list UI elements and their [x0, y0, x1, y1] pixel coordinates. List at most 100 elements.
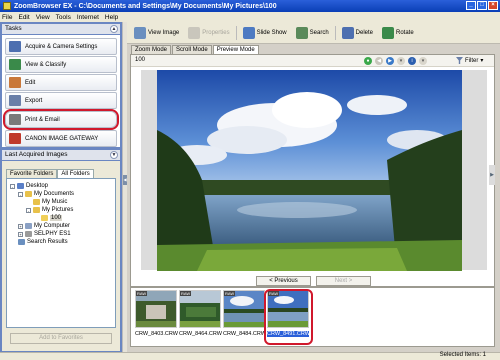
selection-highlight	[264, 289, 313, 345]
rotate-button[interactable]: Rotate	[379, 26, 417, 39]
zoom-level: 100	[135, 57, 146, 63]
menu-edit[interactable]: Edit	[18, 14, 29, 21]
selected-items-status: Selected Items: 1	[439, 352, 486, 358]
tree-label: My Documents	[34, 191, 75, 197]
properties-button[interactable]: Properties	[185, 26, 232, 39]
expand-right-panel-icon[interactable]: ▶	[489, 165, 495, 185]
tree-label: My Music	[42, 199, 68, 205]
folder-open-icon	[41, 215, 48, 221]
previous-button[interactable]: < Previous	[256, 276, 311, 286]
task-print-email[interactable]: Print & Email	[3, 109, 119, 130]
printer-icon	[25, 231, 32, 237]
computer-icon	[25, 223, 32, 229]
task-label: Print & Email	[25, 116, 60, 123]
next-button[interactable]: Next >	[316, 276, 371, 286]
slide-show-icon	[242, 26, 255, 39]
tree-label: Search Results	[27, 239, 68, 245]
task-export[interactable]: Export	[5, 92, 117, 109]
button-label: Slide Show	[256, 29, 287, 36]
filter-dropdown-icon: ▾	[480, 58, 484, 64]
forward-icon[interactable]: ▶	[386, 57, 394, 65]
task-label: CANON IMAGE GATEWAY	[25, 135, 99, 142]
tree-node-my-music[interactable]: My Music	[33, 199, 67, 205]
preview-nav: < Previous Next >	[256, 276, 371, 286]
info-dropdown-icon[interactable]: ▾	[419, 57, 427, 65]
title-bar: ZoomBrowser EX - C:\Documents and Settin…	[0, 0, 500, 12]
filter-button[interactable]: Filter ▾	[456, 57, 483, 64]
tree-node-100[interactable]: 100	[41, 215, 63, 221]
collapse-tasks-icon[interactable]: ▲	[110, 25, 118, 33]
expand-icon[interactable]: +	[18, 231, 23, 237]
preview-image[interactable]	[157, 70, 462, 271]
last-acquired-header[interactable]: Last Acquired Images ▼	[2, 150, 120, 160]
button-label: Properties	[202, 29, 230, 36]
toolbar-separator	[334, 25, 336, 40]
menu-tools[interactable]: Tools	[56, 14, 71, 21]
thumbnail-item[interactable]: RAW CRW_8484.CRW	[223, 290, 266, 342]
menu-help[interactable]: Help	[105, 14, 118, 21]
filter-label: Filter	[465, 57, 479, 64]
raw-badge: RAW	[136, 291, 148, 296]
maximize-button[interactable]: □	[477, 1, 487, 10]
print-email-icon	[9, 114, 21, 125]
tree-node-search-results[interactable]: Search Results	[18, 239, 68, 245]
menu-file[interactable]: File	[2, 14, 12, 21]
task-acquire-camera-settings[interactable]: Acquire & Camera Settings	[5, 38, 117, 55]
info-icon[interactable]: i	[408, 57, 416, 65]
collapse-icon[interactable]: -	[26, 207, 31, 213]
menu-view[interactable]: View	[36, 14, 50, 21]
collapse-left-panel-icon[interactable]: ◀	[123, 175, 127, 185]
collapse-icon[interactable]: -	[18, 191, 23, 197]
tasks-header[interactable]: Tasks ▲	[2, 24, 120, 34]
thumbnail-label: CRW_8464.CRW	[179, 331, 222, 337]
back-icon[interactable]: ◀	[375, 57, 383, 65]
window-path: C:\Documents and Settings\My Documents\M…	[78, 2, 277, 10]
thumbnail-label: CRW_8484.CRW	[223, 331, 266, 337]
add-to-favorites-button[interactable]: Add to Favorites	[10, 333, 112, 344]
tree-node-desktop[interactable]: - Desktop	[10, 183, 48, 189]
app-title: ZoomBrowser EX	[14, 2, 73, 10]
minimize-button[interactable]: _	[466, 1, 476, 10]
tree-label: My Computer	[34, 223, 71, 229]
collapse-last-acquired-icon[interactable]: ▼	[110, 151, 118, 159]
task-list: Acquire & Camera Settings View & Classif…	[2, 35, 120, 147]
tree-node-my-documents[interactable]: - My Documents	[18, 191, 74, 197]
edit-icon	[9, 77, 21, 88]
tree-node-my-pictures[interactable]: - My Pictures	[26, 207, 73, 213]
tree-label: SELPHY ES1	[34, 231, 71, 237]
tree-node-my-computer[interactable]: + My Computer	[18, 223, 70, 229]
raw-badge: RAW	[180, 291, 192, 296]
task-label: Acquire & Camera Settings	[25, 43, 98, 50]
tree-label: My Pictures	[42, 207, 74, 213]
thumbnail-label: CRW_8403.CRW	[135, 331, 178, 337]
button-label: View Image	[148, 29, 180, 36]
folder-icon	[25, 191, 32, 197]
menu-bar: File Edit View Tools Internet Help	[0, 12, 500, 22]
lake-landscape-image	[157, 70, 462, 271]
dropdown-icon[interactable]: ▾	[397, 57, 405, 65]
search-button[interactable]: Search	[293, 26, 332, 39]
go-icon[interactable]: ●	[364, 57, 372, 65]
close-button[interactable]: ×	[488, 1, 498, 10]
slide-show-button[interactable]: Slide Show	[240, 26, 290, 39]
expand-icon[interactable]: +	[18, 223, 23, 229]
thumbnail-item[interactable]: RAW CRW_8464.CRW	[179, 290, 222, 342]
search-icon	[295, 26, 308, 39]
task-canon-image-gateway[interactable]: CANON IMAGE GATEWAY	[5, 130, 117, 147]
properties-icon	[188, 26, 201, 39]
panel-splitter[interactable]	[122, 22, 127, 352]
tree-node-selphy-es1[interactable]: + SELPHY ES1	[18, 231, 71, 237]
rotate-icon	[382, 26, 394, 39]
desktop-icon	[17, 183, 24, 189]
thumbnail-item[interactable]: RAW CRW_8403.CRW	[135, 290, 178, 342]
collapse-icon[interactable]: -	[10, 183, 15, 189]
toolbar: View Image Properties Slide Show Search …	[127, 22, 500, 44]
delete-button[interactable]: Delete	[339, 26, 376, 39]
task-label: Edit	[25, 79, 36, 86]
view-image-button[interactable]: View Image	[131, 26, 182, 39]
task-edit[interactable]: Edit	[5, 74, 117, 91]
tasks-header-label: Tasks	[5, 25, 22, 32]
task-view-classify[interactable]: View & Classify	[5, 56, 117, 73]
menu-internet[interactable]: Internet	[77, 14, 99, 21]
folder-icon	[33, 199, 40, 205]
